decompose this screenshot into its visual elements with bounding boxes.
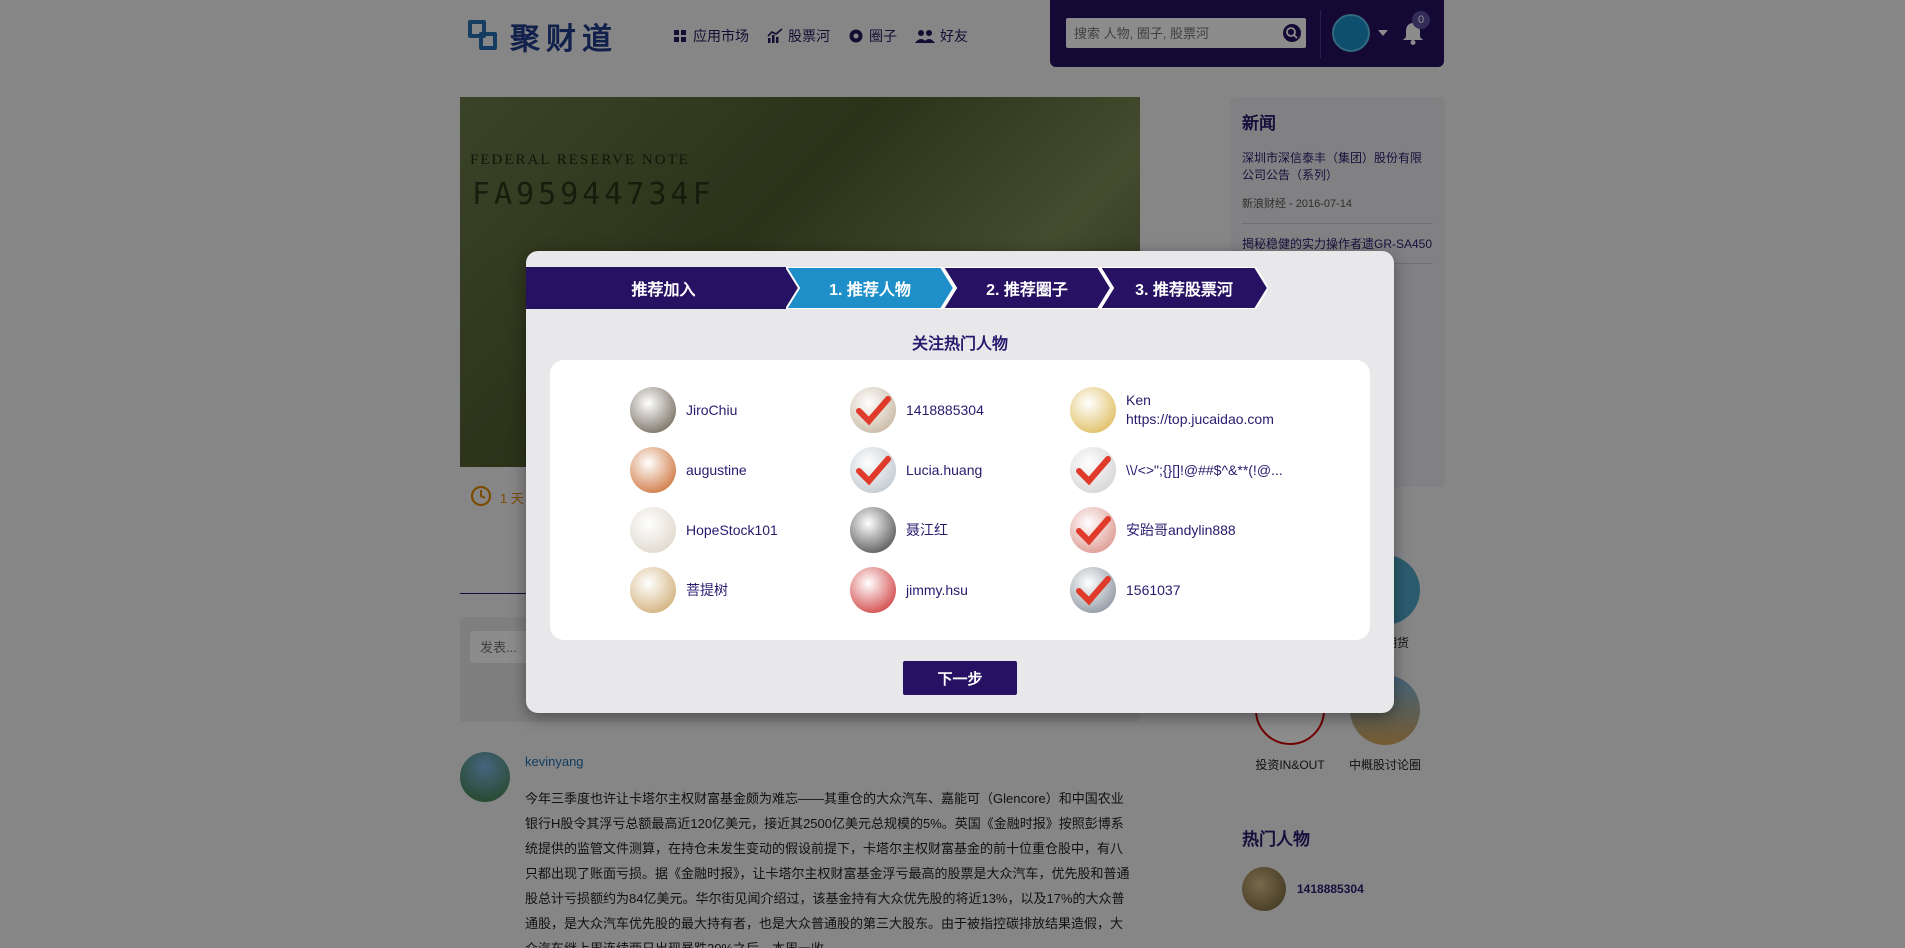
person-name: 菩提树 (686, 581, 728, 598)
person-item[interactable]: 菩提树 (630, 567, 728, 613)
person-item[interactable]: Lucia.huang (850, 447, 982, 493)
avatar (850, 387, 896, 433)
step-recommend-stock-river[interactable]: 3. 推荐股票河 (1100, 267, 1268, 309)
person-item[interactable]: \\/<>";{}[]!@##$^&**(!@... (1070, 447, 1283, 493)
checkmark-icon (1070, 507, 1116, 553)
avatar (850, 567, 896, 613)
avatar (1070, 567, 1116, 613)
avatar (850, 507, 896, 553)
person-item[interactable]: 1418885304 (850, 387, 984, 433)
person-name: augustine (686, 461, 747, 478)
person-name: 1561037 (1126, 581, 1181, 598)
person-name: 聂江红 (906, 521, 948, 538)
person-item[interactable]: 1561037 (1070, 567, 1181, 613)
avatar (1070, 507, 1116, 553)
step-recommend-circles[interactable]: 2. 推荐圈子 (943, 267, 1111, 309)
person-item[interactable]: HopeStock101 (630, 507, 778, 553)
people-grid: JiroChiu 1418885304 Ken https://top.juca… (550, 360, 1370, 640)
person-item[interactable]: Ken https://top.jucaidao.com (1070, 387, 1274, 433)
checkmark-icon (1070, 567, 1116, 613)
person-name: 安跆哥andylin888 (1126, 521, 1236, 538)
step-progress: 推荐加入 1. 推荐人物 2. 推荐圈子 3. 推荐股票河 (526, 267, 1394, 309)
modal-heading: 关注热门人物 (911, 336, 1008, 353)
person-name: \\/<>";{}[]!@##$^&**(!@... (1126, 461, 1283, 478)
recommend-modal: 推荐加入 1. 推荐人物 2. 推荐圈子 3. 推荐股票河 关注热门人物 Jir… (526, 251, 1394, 713)
person-item[interactable]: 安跆哥andylin888 (1070, 507, 1236, 553)
step-recommend-people[interactable]: 1. 推荐人物 (786, 267, 954, 309)
avatar (1070, 387, 1116, 433)
person-subtitle: https://top.jucaidao.com (1126, 411, 1274, 427)
person-item[interactable]: jimmy.hsu (850, 567, 968, 613)
person-item[interactable]: augustine (630, 447, 747, 493)
person-name: JiroChiu (686, 401, 738, 418)
checkmark-icon (850, 387, 896, 433)
person-name: Lucia.huang (906, 461, 983, 478)
avatar (630, 447, 676, 493)
avatar (630, 507, 676, 553)
person-item[interactable]: 聂江红 (850, 507, 948, 553)
checkmark-icon (1070, 447, 1116, 493)
step-recommend-join: 推荐加入 (526, 267, 801, 309)
avatar (630, 387, 676, 433)
avatar (1070, 447, 1116, 493)
person-name: 1418885304 (906, 401, 984, 418)
checkmark-icon (850, 447, 896, 493)
person-item[interactable]: JiroChiu (630, 387, 737, 433)
person-name: Ken (1126, 392, 1151, 408)
person-name: HopeStock101 (686, 521, 778, 538)
next-step-button[interactable]: 下一步 (903, 661, 1017, 695)
avatar (630, 567, 676, 613)
person-name: jimmy.hsu (906, 581, 968, 598)
avatar (850, 447, 896, 493)
